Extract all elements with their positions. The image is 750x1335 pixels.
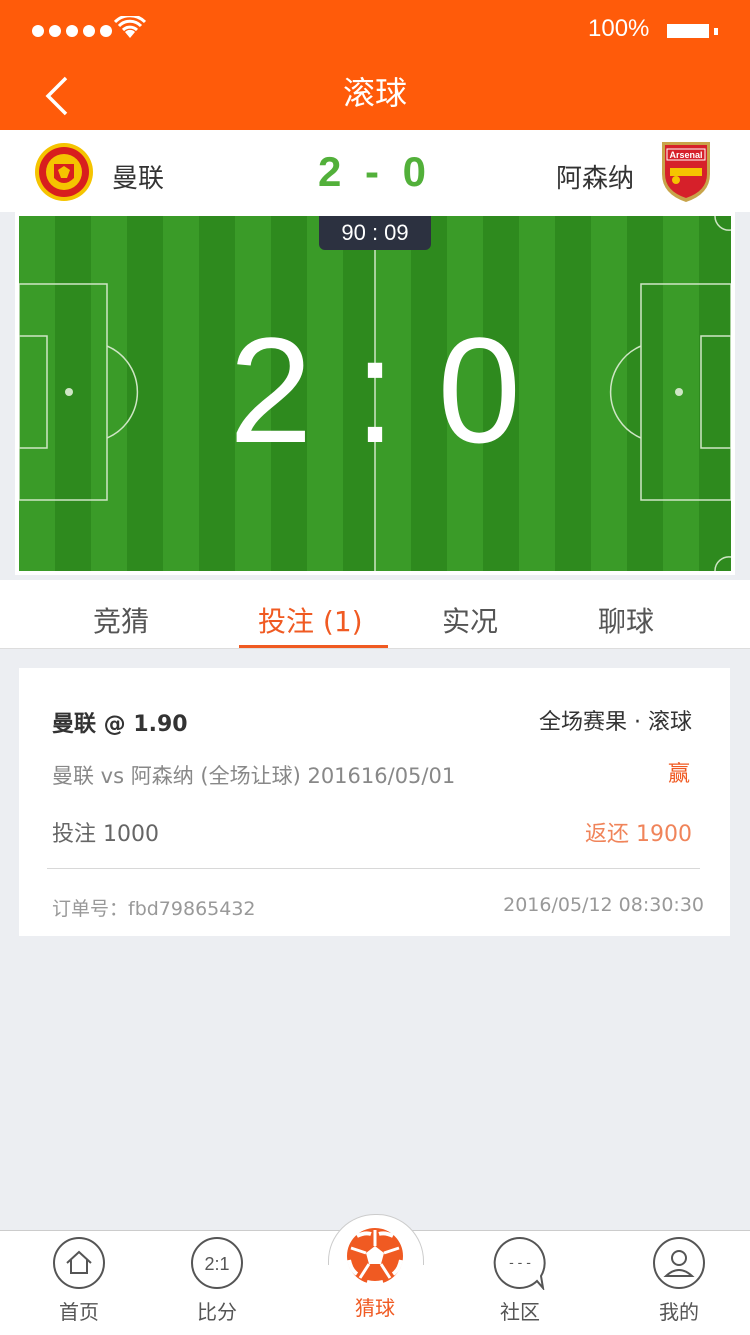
bet-market: 全场赛果 · 滚球 [539,710,692,735]
nav-guess[interactable]: 猜球 [325,1226,425,1321]
nav-community[interactable]: - - - 社区 [470,1236,570,1325]
nav-home-label: 首页 [59,1300,99,1324]
bet-description: 曼联 vs 阿森纳 (全场让球) 201616/05/01 [52,764,456,788]
home-team-name: 曼联 [112,164,165,194]
battery-icon [667,24,709,38]
nav-home[interactable]: 首页 [29,1236,129,1325]
order-number: 订单号：fbd79865432 [52,898,256,920]
nav-guess-label: 猜球 [355,1296,395,1320]
tab-live[interactable]: 实况 [442,600,498,640]
home-icon [53,1237,105,1289]
soccer-ball-icon [347,1228,403,1285]
tab-guess[interactable]: 竞猜 [93,600,149,640]
nav-community-label: 社区 [500,1300,540,1324]
battery-tip [714,28,718,35]
profile-icon [653,1237,705,1289]
away-team-name: 阿森纳 [556,164,635,194]
signal-strength-icon [32,25,112,37]
tab-bets[interactable]: 投注 (1) [258,600,363,640]
battery-percentage: 100% [588,15,650,42]
status-bar: 100% [0,0,750,60]
tab-bar: 竞猜 投注 (1) 实况 聊球 [0,580,750,649]
score-icon: 2:1 [191,1237,243,1289]
manchester-united-crest-icon[interactable] [34,142,94,202]
mini-score: 2 - 0 [317,148,433,195]
wifi-icon [114,16,146,38]
nav-score[interactable]: 2:1 比分 [167,1236,267,1325]
big-score: 2 : 0 [229,306,521,474]
active-tab-indicator [239,645,388,648]
card-divider [47,868,700,869]
bet-result-badge: 赢 [667,762,690,787]
arsenal-crest-icon[interactable]: Arsenal [658,140,714,204]
bet-card[interactable]: 曼联 @ 1.90 全场赛果 · 滚球 曼联 vs 阿森纳 (全场让球) 201… [19,668,730,936]
order-time: 2016/05/12 08:30:30 [503,894,704,916]
svg-text:- - -: - - - [509,1254,531,1270]
bet-stake: 投注 1000 [52,822,159,847]
bet-return: 返还 1900 [585,822,692,847]
chat-icon: - - - [493,1236,546,1290]
match-score-bar: 曼联 2 - 0 阿森纳 Arsenal [0,130,750,212]
svg-text:Arsenal: Arsenal [669,150,702,160]
match-timer: 90 : 09 [319,216,431,250]
bet-pick: 曼联 @ 1.90 [52,712,188,737]
page-title: 滚球 [342,74,407,112]
nav-profile-label: 我的 [659,1300,699,1324]
tab-chat[interactable]: 聊球 [598,600,654,640]
app-header: 100% 滚球 [0,0,750,130]
nav-score-label: 比分 [197,1300,237,1324]
nav-profile[interactable]: 我的 [629,1236,729,1325]
svg-text:2:1: 2:1 [204,1254,229,1274]
